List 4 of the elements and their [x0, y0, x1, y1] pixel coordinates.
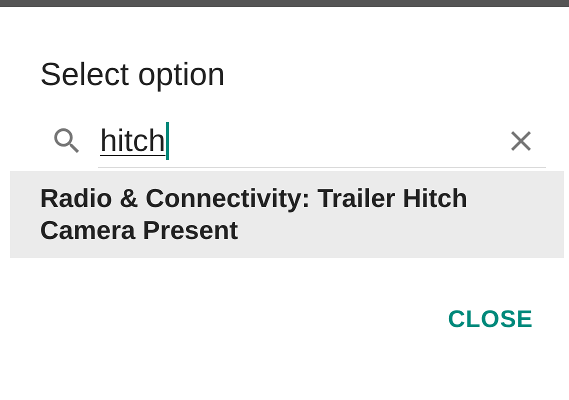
search-field[interactable]: hitch — [98, 114, 546, 168]
close-button[interactable]: CLOSE — [442, 302, 539, 338]
dialog-title: Select option — [40, 55, 226, 94]
option-item[interactable]: Radio & Connectivity: Trailer Hitch Camera Present — [10, 171, 564, 258]
